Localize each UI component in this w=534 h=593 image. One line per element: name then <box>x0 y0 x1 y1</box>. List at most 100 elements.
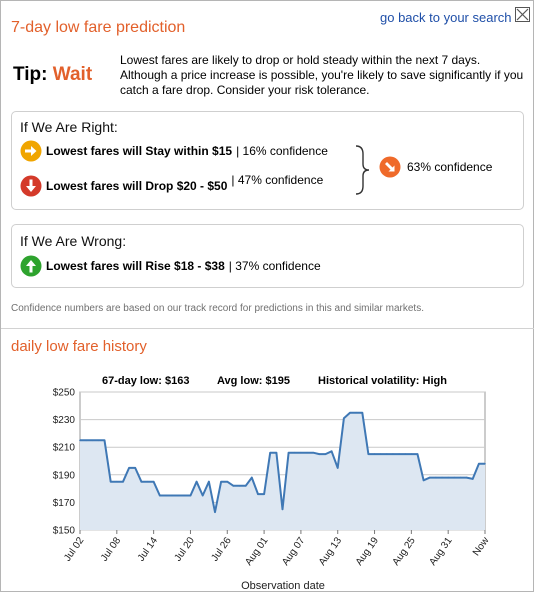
fare-point <box>140 480 143 483</box>
fare-point <box>220 480 222 483</box>
fare-point <box>416 453 419 455</box>
right-curly-brace <box>355 145 370 195</box>
if-wrong-heading: If We Are Wrong: <box>20 233 127 249</box>
fare-point <box>478 462 480 465</box>
prediction-confidence: | 16% confidence <box>236 144 328 158</box>
prediction-text: Lowest fares will Rise $18 - $38 <box>46 259 225 273</box>
fare-point <box>251 476 253 479</box>
tip-label: Tip: <box>13 64 48 85</box>
fare-point <box>361 411 364 414</box>
if-wrong-box: If We Are Wrong: Lowest fares will Rise … <box>11 224 524 288</box>
fare-point <box>318 453 321 455</box>
x-tick-label: Now <box>471 535 492 558</box>
fare-point <box>85 439 87 442</box>
fare-point <box>226 480 229 483</box>
arrow-up-icon <box>20 255 42 277</box>
fare-point <box>459 476 462 479</box>
y-tick-label: $150 <box>53 526 76 537</box>
fare-point <box>428 476 431 479</box>
fare-point <box>269 451 272 454</box>
x-tick-label: Jul 20 <box>173 535 198 564</box>
aggregate-confidence-text: 63% confidence <box>407 160 493 174</box>
if-right-heading: If We Are Right: <box>20 119 118 135</box>
fare-point <box>410 453 413 455</box>
fare-point <box>312 451 314 454</box>
fare-point <box>336 467 339 469</box>
fare-point <box>398 453 400 455</box>
prediction-confidence: | 37% confidence <box>228 259 321 273</box>
fare-point <box>349 411 351 414</box>
x-tick-label: Jul 26 <box>209 535 234 564</box>
fare-point <box>453 476 456 479</box>
fare-point <box>404 453 407 455</box>
fare-point <box>300 451 302 454</box>
fare-point <box>392 453 394 455</box>
x-tick-label: Aug 19 <box>354 535 381 568</box>
fare-point <box>128 467 130 469</box>
x-tick-label: Jul 14 <box>136 535 161 564</box>
prediction-row-drop: Lowest fares will Drop $20 - $50 | 47% c… <box>20 173 323 198</box>
confidence-footnote: Confidence numbers are based on our trac… <box>11 303 424 314</box>
history-title: daily low fare history <box>11 338 147 355</box>
x-tick-label: Jul 02 <box>62 535 87 564</box>
fare-point <box>484 462 486 465</box>
fare-point <box>238 485 241 487</box>
fare-point <box>386 453 388 455</box>
x-tick-label: Aug 07 <box>280 535 307 568</box>
fare-point <box>355 411 357 414</box>
fare-point <box>232 485 235 487</box>
fare-point <box>103 439 106 442</box>
fare-point <box>287 451 290 454</box>
arrow-down-right-icon <box>379 156 401 178</box>
fare-point <box>263 493 265 495</box>
fare-point <box>134 467 137 469</box>
y-tick-label: $210 <box>53 443 76 454</box>
fare-point <box>91 439 94 442</box>
panel-title: 7-day low fare prediction <box>11 19 186 36</box>
fare-point <box>343 417 345 420</box>
fare-point <box>195 480 198 483</box>
close-icon[interactable] <box>515 7 530 22</box>
fare-point <box>422 479 425 482</box>
fare-point <box>152 480 155 483</box>
fare-point <box>435 476 437 479</box>
fare-point <box>465 476 468 479</box>
fare-point <box>189 494 192 497</box>
fare-point <box>116 480 118 483</box>
fare-point <box>122 480 124 483</box>
y-axis-ticks: $150 $170 $190 $210 $230 $250 <box>53 388 76 537</box>
fare-point <box>208 480 210 483</box>
fare-point <box>373 453 376 455</box>
y-tick-label: $250 <box>53 388 76 399</box>
prediction-panel: 7-day low fare prediction go back to you… <box>0 0 534 592</box>
fare-point <box>330 450 333 453</box>
x-tick-label: Aug 31 <box>427 535 454 568</box>
x-tick-label: Aug 01 <box>243 535 270 568</box>
fare-history-chart: $150$170$190$210$230$250 Jul 02 Jul 08 Jul… <box>53 388 492 593</box>
tip-heading: Tip: Wait <box>13 64 92 86</box>
fare-point <box>165 494 167 497</box>
fare-point <box>281 508 284 511</box>
fare-point <box>214 511 216 513</box>
tip-description: Lowest fares are likely to drop or hold … <box>120 53 524 97</box>
go-back-link[interactable]: go back to your search <box>380 10 512 25</box>
x-tick-label: Aug 13 <box>317 535 344 568</box>
fare-point <box>447 476 449 479</box>
fare-point <box>471 478 474 480</box>
arrow-right-icon <box>20 140 42 162</box>
fare-point <box>201 494 204 497</box>
fare-point <box>171 494 173 497</box>
fare-point <box>379 453 382 455</box>
fare-point <box>324 453 327 455</box>
prediction-row-stay: Lowest fares will Stay within $15 | 16% … <box>20 139 328 163</box>
x-axis-ticks: Jul 02 Jul 08 Jul 14 Jul 20 Jul 26 Aug 01 Aug … <box>62 530 492 568</box>
fare-point <box>293 451 296 454</box>
fare-point <box>146 480 149 483</box>
section-divider <box>1 328 534 329</box>
y-tick-label: $170 <box>53 498 76 509</box>
prediction-text: Lowest fares will Drop $20 - $50 <box>46 179 228 193</box>
x-axis-label: Observation date <box>241 580 325 592</box>
fare-point <box>109 480 112 483</box>
fare-point <box>306 451 308 454</box>
fare-point <box>158 494 161 497</box>
